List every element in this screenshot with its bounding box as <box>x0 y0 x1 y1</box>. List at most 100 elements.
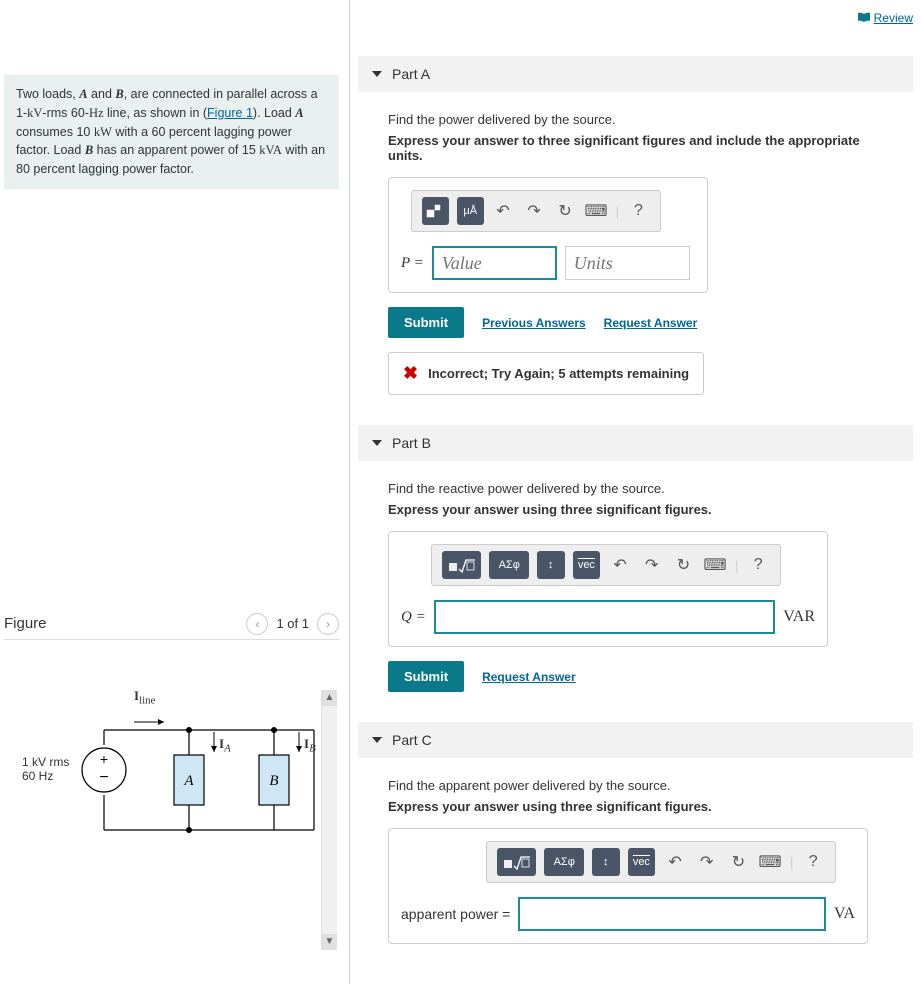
text: ). Load <box>253 106 295 120</box>
part-a-header[interactable]: Part A <box>358 56 913 92</box>
circuit-diagram: + − A B <box>14 690 324 860</box>
part-a-bold: Express your answer to three significant… <box>388 133 883 163</box>
sqrt-button[interactable] <box>442 551 481 579</box>
figure-pager: ‹ 1 of 1 › <box>246 613 339 635</box>
keyboard-button[interactable]: ⌨ <box>758 850 782 874</box>
svg-text:+: + <box>100 751 108 767</box>
value-input[interactable] <box>434 600 776 634</box>
collapse-icon <box>372 737 382 743</box>
part-c-body: Find the apparent power delivered by the… <box>358 778 913 974</box>
scroll-up-icon[interactable]: ▲ <box>322 690 337 706</box>
separator: | <box>616 204 619 219</box>
problem-statement: Two loads, A and B, are connected in par… <box>4 75 339 189</box>
greek-button[interactable]: ΑΣφ <box>489 551 528 579</box>
reset-button[interactable]: ↻ <box>554 199 577 223</box>
review-area: Review <box>358 10 913 26</box>
subscript-button[interactable]: ↕ <box>592 848 620 876</box>
unit: kVA <box>259 143 282 157</box>
submit-button[interactable]: Submit <box>388 661 464 692</box>
template-button[interactable] <box>422 197 449 225</box>
unit-va: VA <box>834 905 855 923</box>
eq-label-apparent: apparent power = <box>401 906 510 922</box>
text: Two loads, <box>16 87 79 101</box>
feedback-text: Incorrect; Try Again; 5 attempts remaini… <box>428 366 689 381</box>
undo-button[interactable]: ↶ <box>492 199 515 223</box>
feedback-box: ✖ Incorrect; Try Again; 5 attempts remai… <box>388 352 704 395</box>
part-c-header[interactable]: Part C <box>358 722 913 758</box>
vector-button[interactable]: vec <box>573 551 601 579</box>
label-iline: Iline <box>134 688 155 707</box>
right-panel: Review Part A Find the power delivered b… <box>350 0 921 984</box>
svg-text:−: − <box>99 769 108 786</box>
part-b-input-row: Q = VAR <box>401 600 815 634</box>
label-source: 1 kV rms 60 Hz <box>22 755 69 783</box>
figure-title: Figure <box>4 615 47 632</box>
incorrect-icon: ✖ <box>403 363 418 384</box>
part-b-body: Find the reactive power delivered by the… <box>358 481 913 722</box>
greek-button[interactable]: ΑΣφ <box>544 848 583 876</box>
part-a-toolbar: μÅ ↶ ↷ ↻ ⌨ | ? <box>411 190 661 232</box>
part-c-instruction: Find the apparent power delivered by the… <box>388 778 883 793</box>
part-c-title: Part C <box>392 732 432 748</box>
keyboard-button[interactable]: ⌨ <box>703 553 727 577</box>
text: consumes 10 <box>16 125 94 139</box>
part-b-answer-box: ΑΣφ ↕ vec ↶ ↷ ↻ ⌨ | ? Q = VAR <box>388 531 828 647</box>
part-b-header[interactable]: Part B <box>358 425 913 461</box>
text: -rms 60- <box>42 106 89 120</box>
redo-button[interactable]: ↷ <box>695 850 719 874</box>
part-a-actions: Submit Previous Answers Request Answer <box>388 307 883 338</box>
unit: kW <box>94 125 112 139</box>
redo-button[interactable]: ↷ <box>523 199 546 223</box>
undo-button[interactable]: ↶ <box>608 553 632 577</box>
help-button[interactable]: ? <box>746 553 770 577</box>
sqrt-button[interactable] <box>497 848 536 876</box>
part-a-title: Part A <box>392 66 430 82</box>
left-panel: Two loads, A and B, are connected in par… <box>0 0 350 984</box>
reset-button[interactable]: ↻ <box>727 850 751 874</box>
label-ib: IB <box>304 736 316 755</box>
submit-button[interactable]: Submit <box>388 307 464 338</box>
var-a: A <box>295 106 303 120</box>
text: has an apparent power of 15 <box>93 143 259 157</box>
book-icon <box>857 11 871 26</box>
redo-button[interactable]: ↷ <box>640 553 664 577</box>
unit-var: VAR <box>783 608 815 626</box>
subscript-button[interactable]: ↕ <box>537 551 565 579</box>
help-button[interactable]: ? <box>801 850 825 874</box>
svg-text:B: B <box>269 773 278 789</box>
eq-label-p: P = <box>401 255 424 272</box>
figure-link[interactable]: Figure 1 <box>207 106 253 120</box>
figure-header: Figure ‹ 1 of 1 › <box>4 609 339 640</box>
undo-button[interactable]: ↶ <box>663 850 687 874</box>
help-button[interactable]: ? <box>627 199 650 223</box>
request-answer-link[interactable]: Request Answer <box>482 670 576 684</box>
vector-button[interactable]: vec <box>628 848 656 876</box>
figure-next-button[interactable]: › <box>317 613 339 635</box>
part-c-input-row: apparent power = VA <box>401 897 855 931</box>
review-link[interactable]: Review <box>874 11 913 25</box>
var-b: B <box>115 87 123 101</box>
figure-page: 1 of 1 <box>276 616 309 631</box>
separator: | <box>735 558 738 573</box>
value-input[interactable] <box>518 897 826 931</box>
figure-area: ▲ ▼ + − <box>4 690 339 950</box>
scroll-down-icon[interactable]: ▼ <box>322 934 337 950</box>
part-a-instruction: Find the power delivered by the source. <box>388 112 883 127</box>
svg-text:A: A <box>183 773 194 789</box>
units-input[interactable] <box>565 246 690 280</box>
figure-prev-button[interactable]: ‹ <box>246 613 268 635</box>
part-b-title: Part B <box>392 435 431 451</box>
reset-button[interactable]: ↻ <box>672 553 696 577</box>
units-button[interactable]: μÅ <box>457 197 484 225</box>
separator: | <box>790 855 793 870</box>
part-c-bold: Express your answer using three signific… <box>388 799 883 814</box>
part-b-instruction: Find the reactive power delivered by the… <box>388 481 883 496</box>
part-b-bold: Express your answer using three signific… <box>388 502 883 517</box>
value-input[interactable] <box>432 246 557 280</box>
keyboard-button[interactable]: ⌨ <box>585 199 608 223</box>
part-a-answer-box: μÅ ↶ ↷ ↻ ⌨ | ? P = <box>388 177 708 293</box>
collapse-icon <box>372 71 382 77</box>
request-answer-link[interactable]: Request Answer <box>604 316 698 330</box>
part-a-input-row: P = <box>401 246 695 280</box>
previous-answers-link[interactable]: Previous Answers <box>482 316 586 330</box>
